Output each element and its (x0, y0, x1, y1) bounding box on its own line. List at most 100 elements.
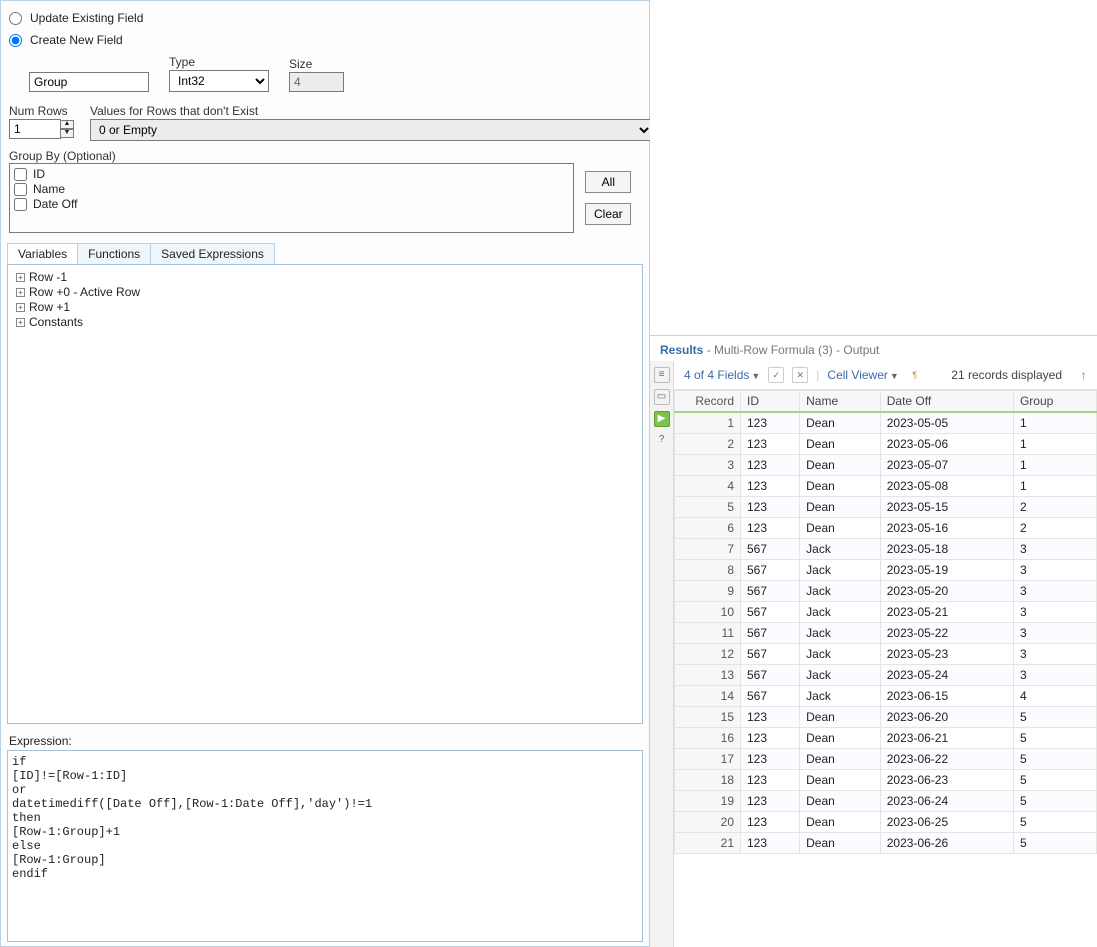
table-cell[interactable]: 123 (741, 791, 800, 812)
table-cell[interactable]: 2023-06-20 (880, 707, 1013, 728)
help-icon[interactable]: ? (654, 433, 670, 449)
table-row[interactable]: 17123Dean2023-06-225 (675, 749, 1097, 770)
table-cell[interactable]: Jack (800, 665, 881, 686)
table-cell[interactable]: 123 (741, 518, 800, 539)
table-cell[interactable]: 5 (675, 497, 741, 518)
table-cell[interactable]: 5 (1013, 728, 1096, 749)
table-cell[interactable]: 567 (741, 602, 800, 623)
table-cell[interactable]: 2 (1013, 497, 1096, 518)
table-cell[interactable]: 2023-05-21 (880, 602, 1013, 623)
groupby-clear-button[interactable]: Clear (585, 203, 631, 225)
groupby-all-button[interactable]: All (585, 171, 631, 193)
collapse-icon[interactable]: ↑ (1080, 367, 1087, 383)
table-row[interactable]: 5123Dean2023-05-152 (675, 497, 1097, 518)
table-cell[interactable]: 2023-06-25 (880, 812, 1013, 833)
values-select[interactable]: 0 or Empty (90, 119, 653, 141)
expand-icon[interactable]: + (16, 288, 25, 297)
table-cell[interactable]: 16 (675, 728, 741, 749)
table-cell[interactable]: 2023-06-21 (880, 728, 1013, 749)
radio-create-input[interactable] (9, 34, 22, 47)
table-cell[interactable]: 3 (1013, 560, 1096, 581)
table-cell[interactable]: 2023-05-16 (880, 518, 1013, 539)
tree-row-plus1[interactable]: +Row +1 (16, 300, 638, 314)
table-cell[interactable]: 567 (741, 623, 800, 644)
expand-icon[interactable]: + (16, 273, 25, 282)
table-cell[interactable]: 10 (675, 602, 741, 623)
table-cell[interactable]: 2023-05-23 (880, 644, 1013, 665)
tab-saved[interactable]: Saved Expressions (150, 243, 275, 264)
table-row[interactable]: 15123Dean2023-06-205 (675, 707, 1097, 728)
table-cell[interactable]: 2 (1013, 518, 1096, 539)
col-header[interactable]: Group (1013, 391, 1096, 413)
table-cell[interactable]: Dean (800, 728, 881, 749)
table-row[interactable]: 16123Dean2023-06-215 (675, 728, 1097, 749)
col-header[interactable]: Record (675, 391, 741, 413)
table-row[interactable]: 9567Jack2023-05-203 (675, 581, 1097, 602)
table-cell[interactable]: 18 (675, 770, 741, 791)
data-output-icon[interactable]: ▶ (654, 411, 670, 427)
table-cell[interactable]: 1 (1013, 412, 1096, 434)
tab-variables[interactable]: Variables (7, 243, 78, 264)
tree-constants[interactable]: +Constants (16, 315, 638, 329)
table-row[interactable]: 1123Dean2023-05-051 (675, 412, 1097, 434)
table-cell[interactable]: 123 (741, 749, 800, 770)
table-cell[interactable]: 11 (675, 623, 741, 644)
table-cell[interactable]: 2023-05-15 (880, 497, 1013, 518)
table-cell[interactable]: 2023-05-06 (880, 434, 1013, 455)
table-cell[interactable]: Jack (800, 623, 881, 644)
radio-update-input[interactable] (9, 12, 22, 25)
table-cell[interactable]: Jack (800, 644, 881, 665)
table-cell[interactable]: 3 (1013, 665, 1096, 686)
table-cell[interactable]: 15 (675, 707, 741, 728)
table-cell[interactable]: 21 (675, 833, 741, 854)
table-row[interactable]: 8567Jack2023-05-193 (675, 560, 1097, 581)
table-row[interactable]: 7567Jack2023-05-183 (675, 539, 1097, 560)
table-cell[interactable]: Dean (800, 833, 881, 854)
fields-dropdown[interactable]: 4 of 4 Fields▼ (684, 368, 760, 382)
checkbox-icon[interactable]: ✓ (768, 367, 784, 383)
table-cell[interactable]: 123 (741, 476, 800, 497)
table-cell[interactable]: 567 (741, 686, 800, 707)
table-cell[interactable]: 12 (675, 644, 741, 665)
metadata-icon[interactable]: ▭ (654, 389, 670, 405)
table-cell[interactable]: 5 (1013, 791, 1096, 812)
table-cell[interactable]: 567 (741, 644, 800, 665)
table-row[interactable]: 3123Dean2023-05-071 (675, 455, 1097, 476)
cell-viewer-dropdown[interactable]: Cell Viewer▼ (827, 368, 898, 382)
table-cell[interactable]: 123 (741, 812, 800, 833)
table-cell[interactable]: 123 (741, 833, 800, 854)
expression-editor[interactable]: if [ID]!=[Row-1:ID] or datetimediff([Dat… (7, 750, 643, 942)
table-cell[interactable]: 8 (675, 560, 741, 581)
col-header[interactable]: Date Off (880, 391, 1013, 413)
table-row[interactable]: 19123Dean2023-06-245 (675, 791, 1097, 812)
table-row[interactable]: 20123Dean2023-06-255 (675, 812, 1097, 833)
table-cell[interactable]: 3 (1013, 623, 1096, 644)
table-cell[interactable]: 567 (741, 539, 800, 560)
table-cell[interactable]: 123 (741, 455, 800, 476)
table-cell[interactable]: 2023-05-18 (880, 539, 1013, 560)
table-cell[interactable]: 3 (1013, 539, 1096, 560)
table-cell[interactable]: 5 (1013, 707, 1096, 728)
table-cell[interactable]: 2023-06-26 (880, 833, 1013, 854)
table-cell[interactable]: 2 (675, 434, 741, 455)
table-cell[interactable]: 4 (675, 476, 741, 497)
table-cell[interactable]: 6 (675, 518, 741, 539)
table-row[interactable]: 4123Dean2023-05-081 (675, 476, 1097, 497)
table-row[interactable]: 12567Jack2023-05-233 (675, 644, 1097, 665)
table-cell[interactable]: 7 (675, 539, 741, 560)
clipboard-icon[interactable]: ✕ (792, 367, 808, 383)
table-cell[interactable]: Dean (800, 476, 881, 497)
table-cell[interactable]: 2023-05-19 (880, 560, 1013, 581)
table-cell[interactable]: 2023-05-05 (880, 412, 1013, 434)
table-cell[interactable]: 3 (1013, 644, 1096, 665)
table-cell[interactable]: 2023-06-24 (880, 791, 1013, 812)
results-grid[interactable]: RecordIDNameDate OffGroup 1123Dean2023-0… (674, 390, 1097, 947)
table-cell[interactable]: Jack (800, 539, 881, 560)
table-row[interactable]: 2123Dean2023-05-061 (675, 434, 1097, 455)
table-row[interactable]: 13567Jack2023-05-243 (675, 665, 1097, 686)
table-row[interactable]: 6123Dean2023-05-162 (675, 518, 1097, 539)
table-row[interactable]: 18123Dean2023-06-235 (675, 770, 1097, 791)
table-cell[interactable]: 2023-05-20 (880, 581, 1013, 602)
table-cell[interactable]: Dean (800, 412, 881, 434)
table-cell[interactable]: 20 (675, 812, 741, 833)
